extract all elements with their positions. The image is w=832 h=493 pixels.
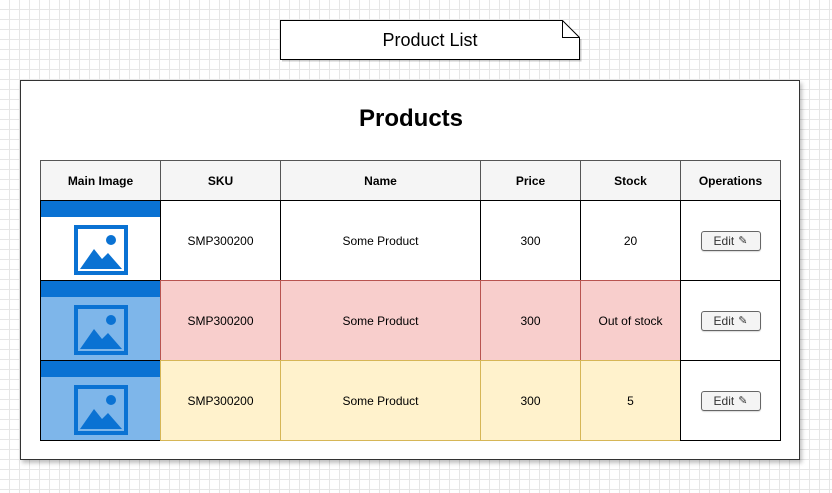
column-header-sku: SKU [160,160,281,201]
column-header-operations: Operations [680,160,781,201]
product-image [40,200,161,281]
product-image [40,360,161,441]
edit-label: Edit [713,233,735,248]
column-header-stock: Stock [580,160,681,201]
page-title-note: Product List [280,20,582,62]
sku-cell: SMP300200 [160,360,281,441]
edit-button[interactable]: Edit ✎ [700,230,761,251]
column-header-main-image: Main Image [40,160,161,201]
stock-cell: 20 [580,200,681,281]
edit-button[interactable]: Edit ✎ [700,390,761,411]
edit-button[interactable]: Edit ✎ [700,310,761,331]
stock-cell: Out of stock [580,280,681,361]
pencil-icon: ✎ [738,315,748,327]
image-placeholder-bar [41,361,160,377]
operations-cell: Edit ✎ [680,200,781,281]
products-table: Main Image SKU Name Price Stock Operatio… [40,160,781,441]
column-header-name: Name [280,160,481,201]
price-cell: 300 [480,280,581,361]
price-cell: 300 [480,360,581,441]
products-heading: Products [358,105,463,132]
column-header-price: Price [480,160,581,201]
page-title: Product List [382,30,478,50]
sku-cell: SMP300200 [160,200,281,281]
name-cell: Some Product [280,280,481,361]
operations-cell: Edit ✎ [680,280,781,361]
pencil-icon: ✎ [738,235,748,247]
name-cell: Some Product [280,360,481,441]
edit-label: Edit [713,313,735,328]
image-placeholder-bar [41,281,160,297]
name-cell: Some Product [280,200,481,281]
product-image [40,280,161,361]
sku-cell: SMP300200 [160,280,281,361]
operations-cell: Edit ✎ [680,360,781,441]
edit-label: Edit [713,393,735,408]
pencil-icon: ✎ [738,395,748,407]
image-placeholder-icon [74,225,128,275]
image-placeholder-bar [41,201,160,217]
price-cell: 300 [480,200,581,281]
stock-cell: 5 [580,360,681,441]
image-placeholder-icon [74,305,128,355]
image-placeholder-icon [74,385,128,435]
